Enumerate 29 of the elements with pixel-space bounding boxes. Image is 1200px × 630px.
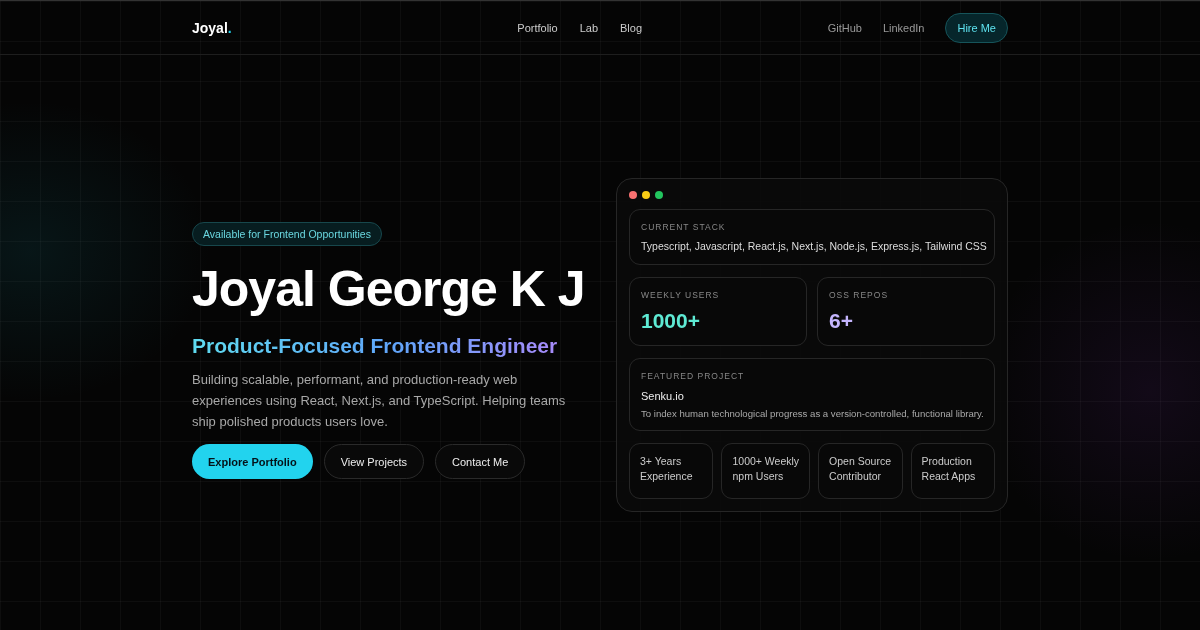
stat-label: WEEKLY USERS	[641, 290, 721, 300]
stat-label: OSS REPOS	[829, 290, 890, 300]
highlight-text: 3+ Years	[640, 455, 683, 467]
nav-link[interactable]: Blog	[620, 21, 643, 34]
primary-button[interactable]: Explore Portfolio	[192, 444, 313, 479]
project-description: To index human technological progress as a version-controlled, functional library.	[641, 408, 983, 419]
secondary-button[interactable]: View Projects	[323, 444, 425, 479]
hero-title: Joyal George K J	[192, 260, 586, 318]
social-link[interactable]: GitHub	[827, 21, 862, 34]
stat-value: 1000+	[641, 309, 701, 333]
availability-badge: Available for Frontend Opportunities	[192, 222, 382, 246]
logo[interactable]: Joyal.	[192, 19, 232, 36]
hire-me-button[interactable]: Hire Me	[945, 12, 1008, 43]
highlight-text: Production	[921, 455, 973, 467]
panel-label: CURRENT STACK	[641, 222, 727, 232]
nav-link[interactable]: Lab	[579, 21, 598, 34]
stat-value: 6+	[829, 309, 854, 333]
hero-description: Building scalable, performant, and production-ready web experiences using React, Next.js, and TypeScript. Helping teams ship polished products users love.	[192, 371, 567, 431]
highlight-text: Experience	[640, 470, 694, 482]
secondary-button[interactable]: Contact Me	[435, 444, 526, 479]
highlight-text: Contributor	[829, 470, 883, 482]
nav-link[interactable]: Portfolio	[517, 21, 558, 34]
highlight-text: Open Source	[829, 455, 892, 467]
highlight-text: npm Users	[732, 470, 785, 482]
highlight-text: 1000+ Weekly	[732, 455, 800, 467]
panel-label: FEATURED PROJECT	[641, 371, 746, 381]
highlight-text: React Apps	[921, 470, 977, 482]
social-link[interactable]: LinkedIn	[882, 21, 925, 34]
project-name: Senku.io	[641, 390, 685, 402]
